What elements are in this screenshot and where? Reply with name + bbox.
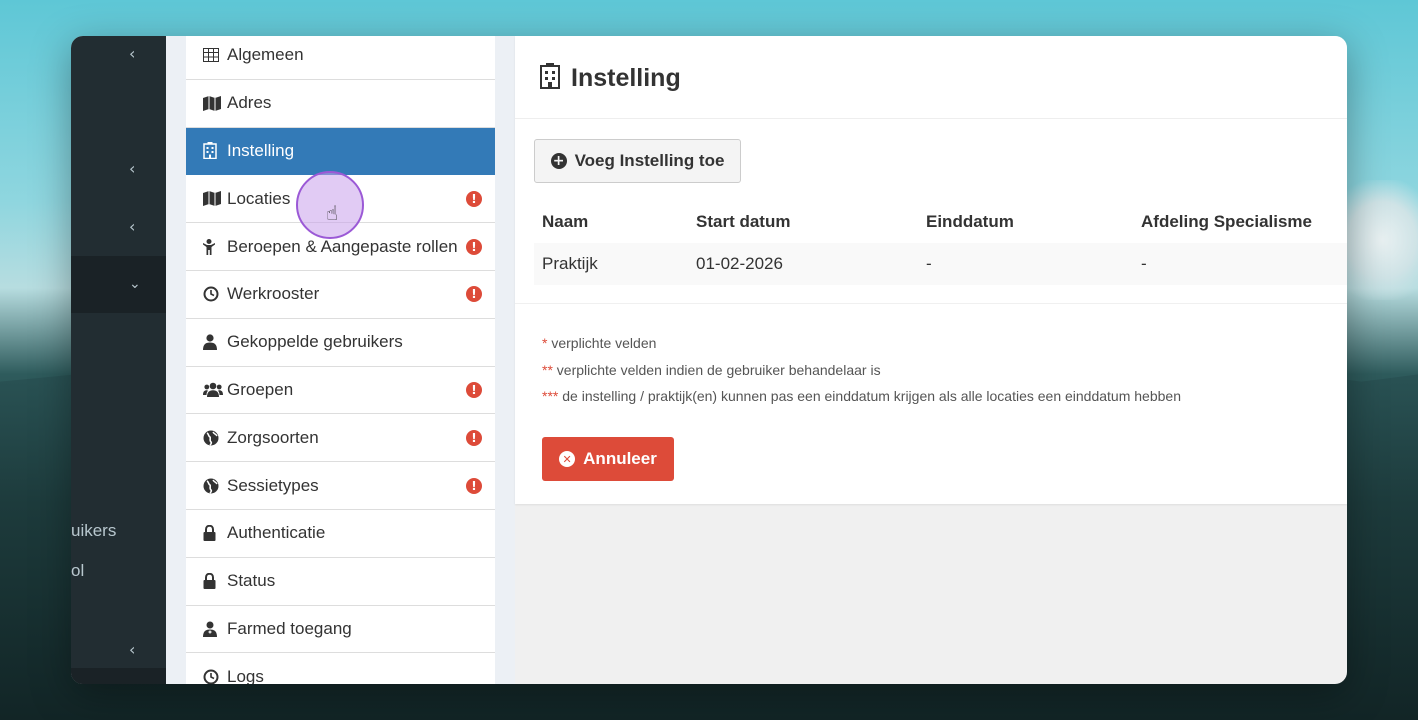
warning-icon: ! [466, 381, 482, 398]
menu-item-groepen[interactable]: Groepen! [186, 366, 495, 415]
note-marker: *** [542, 388, 559, 404]
user-icon [203, 334, 227, 351]
table-header-row: Naam Start datum Einddatum Afdeling Spec… [534, 201, 1347, 243]
clock-icon [203, 669, 227, 684]
chevron-left-icon[interactable]: ‹ [129, 219, 135, 235]
lock-icon [203, 573, 227, 590]
sidebar-item-partial[interactable]: ol [71, 561, 84, 581]
cell-naam[interactable]: Praktijk [534, 243, 688, 285]
column-header-naam[interactable]: Naam [534, 201, 688, 243]
map-icon [203, 95, 227, 111]
menu-item-farmed-toegang[interactable]: Farmed toegang [186, 605, 495, 654]
main-content: Instelling + Voeg Instelling toe Naam St… [515, 36, 1347, 684]
chevron-left-icon[interactable]: ‹ [129, 46, 135, 62]
gutter [495, 36, 515, 684]
users-icon [203, 382, 227, 398]
sidebar-bottom-band [71, 668, 166, 684]
menu-item-label: Sessietypes [227, 475, 319, 495]
menu-item-sessietypes[interactable]: Sessietypes! [186, 462, 495, 510]
settings-menu: Algemeen Adres Instelling Locaties! Beroepen… [186, 36, 495, 684]
note-marker: ** [542, 361, 553, 378]
warning-icon: ! [466, 429, 482, 446]
warning-icon: ! [466, 190, 482, 207]
settings-menu-list: Algemeen Adres Instelling Locaties! Beroepen… [186, 36, 495, 684]
chevron-down-icon[interactable]: ⌄ [129, 276, 141, 292]
note-text: de instelling / praktijk(en) kunnen pas … [558, 388, 1181, 404]
column-header-start-datum[interactable]: Start datum [688, 201, 918, 243]
menu-item-label: Farmed toegang [227, 618, 352, 638]
menu-item-label: Algemeen [227, 45, 304, 65]
add-instelling-button[interactable]: + Voeg Instelling toe [534, 139, 741, 183]
note-line: *** de instelling / praktijk(en) kunnen … [542, 388, 1181, 415]
menu-item-authenticatie[interactable]: Authenticatie [186, 509, 495, 558]
menu-item-label: Zorgsoorten [227, 427, 319, 447]
menu-item-label: Gekoppelde gebruikers [227, 332, 403, 352]
main-sidebar: ‹ ‹ ‹ ⌄ uikers ol ‹ [71, 36, 166, 684]
sidebar-item-partial[interactable]: uikers [71, 521, 116, 541]
menu-item-label: Groepen [227, 379, 294, 399]
cell-einddatum: - [918, 243, 1133, 285]
menu-item-werkrooster[interactable]: Werkrooster! [186, 270, 495, 319]
note-text: verplichte velden [547, 335, 657, 351]
hand-pointer-icon: ☝ [326, 203, 339, 225]
menu-item-instelling[interactable]: Instelling [186, 127, 495, 176]
map-icon [203, 191, 227, 207]
warning-icon: ! [466, 477, 482, 494]
cancel-label: Annuleer [583, 449, 657, 468]
note-line: * verplichte velden [542, 335, 1181, 362]
user-md-icon [203, 621, 227, 637]
sidebar-active-band [71, 256, 166, 313]
cancel-button[interactable]: ✕ Annuleer [542, 437, 674, 481]
table-icon [203, 48, 227, 63]
column-header-einddatum[interactable]: Einddatum [918, 201, 1133, 243]
menu-item-label: Werkrooster [227, 284, 320, 304]
lock-icon [203, 525, 227, 542]
page-title: Instelling [571, 64, 681, 92]
globe-icon [203, 430, 227, 446]
menu-item-label: Authenticatie [227, 523, 326, 543]
menu-item-status[interactable]: Status [186, 557, 495, 606]
divider [515, 303, 1347, 304]
column-header-afdeling-specialisme[interactable]: Afdeling Specialisme [1133, 201, 1347, 243]
note-line: ** verplichte velden indien de gebruiker… [542, 362, 1181, 389]
menu-item-algemeen[interactable]: Algemeen [186, 36, 495, 80]
menu-item-label: Beroepen & Aangepaste rollen [227, 236, 458, 256]
instelling-table: Naam Start datum Einddatum Afdeling Spec… [534, 201, 1347, 285]
chevron-left-icon[interactable]: ‹ [129, 642, 135, 658]
cell-afdeling-specialisme: - [1133, 243, 1347, 285]
menu-item-adres[interactable]: Adres [186, 79, 495, 128]
clock-icon [203, 286, 227, 302]
plus-circle-icon: + [550, 153, 567, 169]
chevron-left-icon[interactable]: ‹ [129, 161, 135, 177]
app-window: ‹ ‹ ‹ ⌄ uikers ol ‹ Algemeen Adres Instell… [71, 36, 1347, 684]
box-header: Instelling [515, 39, 1347, 119]
required-notes: * verplichte velden ** verplichte velden… [542, 335, 1181, 415]
child-icon [203, 238, 227, 255]
menu-item-gekoppelde-gebruikers[interactable]: Gekoppelde gebruikers [186, 318, 495, 367]
building-icon [539, 63, 561, 94]
building-icon [203, 142, 227, 160]
globe-icon [203, 478, 227, 494]
cell-start-datum: 01-02-2026 [688, 243, 918, 285]
warning-icon: ! [466, 238, 482, 255]
menu-item-label: Status [227, 571, 276, 591]
menu-item-zorgsoorten[interactable]: Zorgsoorten! [186, 414, 495, 463]
menu-item-label: Logs [227, 666, 264, 684]
menu-item-label: Instelling [227, 140, 295, 160]
gutter [166, 36, 186, 684]
add-instelling-label: Voeg Instelling toe [574, 151, 725, 170]
menu-item-label: Adres [227, 93, 272, 113]
instelling-box: Instelling + Voeg Instelling toe Naam St… [515, 36, 1347, 504]
table-row[interactable]: Praktijk 01-02-2026 - - [534, 243, 1347, 285]
close-circle-icon: ✕ [559, 451, 576, 467]
note-text: verplichte velden indien de gebruiker be… [552, 361, 881, 378]
menu-item-logs[interactable]: Logs [186, 653, 495, 684]
